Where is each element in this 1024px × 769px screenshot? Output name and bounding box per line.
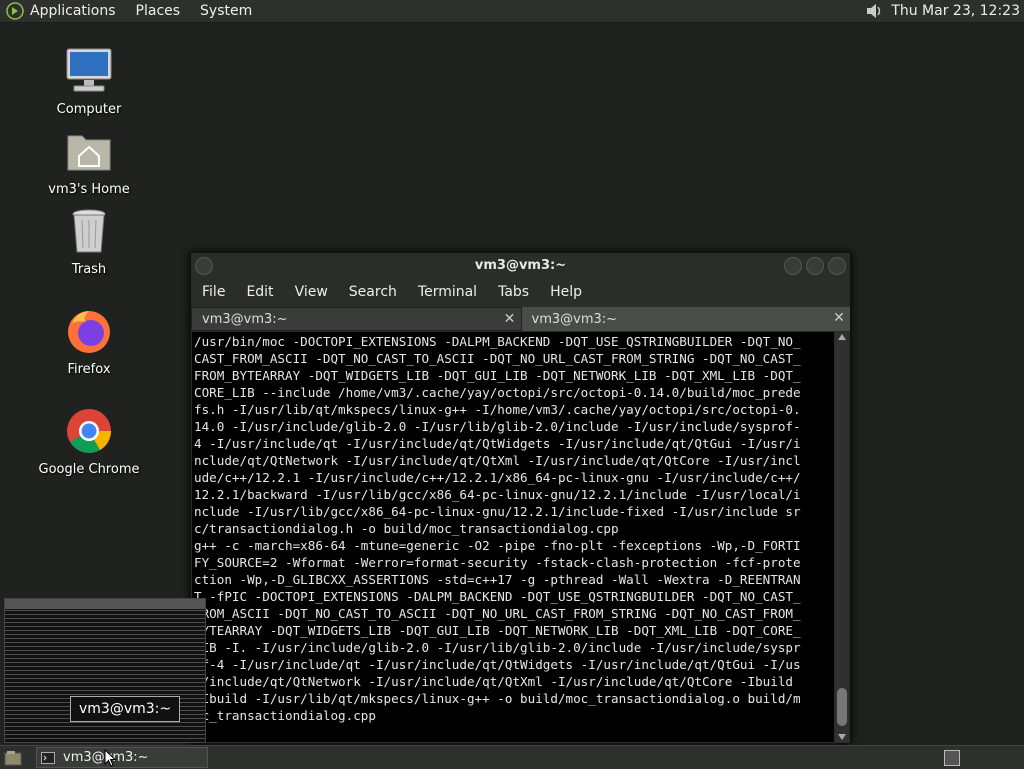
- firefox-icon: [68, 311, 110, 353]
- desktop-icon-chrome[interactable]: Google Chrome: [34, 406, 144, 477]
- tab-1[interactable]: vm3@vm3:~ ✕: [191, 307, 522, 331]
- tab-2[interactable]: vm3@vm3:~ ✕: [521, 307, 850, 331]
- bottom-panel: vm3@vm3:~: [0, 745, 1024, 769]
- menu-edit[interactable]: Edit: [246, 284, 273, 300]
- window-preview-label: vm3@vm3:~: [70, 696, 181, 722]
- desktop-icon-firefox[interactable]: Firefox: [34, 306, 144, 377]
- close-button[interactable]: [828, 257, 846, 275]
- computer-icon: [66, 48, 112, 92]
- menu-search[interactable]: Search: [349, 284, 397, 300]
- desktop-icon-home[interactable]: vm3's Home: [34, 126, 144, 197]
- desktop-icon-label: Trash: [71, 262, 107, 277]
- minimize-button[interactable]: [784, 257, 802, 275]
- tab-label: vm3@vm3:~: [531, 311, 618, 327]
- desktop-icon-label: Firefox: [67, 362, 111, 377]
- tab-label: vm3@vm3:~: [202, 311, 288, 327]
- chrome-icon: [67, 409, 111, 453]
- terminal-menubar: File Edit View Search Terminal Tabs Help: [191, 277, 850, 307]
- window-controls: [784, 257, 846, 275]
- tab-close-icon[interactable]: ✕: [831, 310, 847, 326]
- desktop-icon-label: Google Chrome: [38, 462, 140, 477]
- menu-terminal[interactable]: Terminal: [418, 284, 477, 300]
- home-folder-icon: [67, 135, 111, 171]
- menu-file[interactable]: File: [202, 284, 225, 300]
- tab-close-icon[interactable]: ✕: [502, 311, 518, 327]
- menu-view[interactable]: View: [295, 284, 328, 300]
- window-menu-icon[interactable]: [195, 257, 213, 275]
- scroll-up-icon[interactable]: [838, 334, 846, 340]
- mouse-cursor-icon: [104, 749, 116, 767]
- show-desktop-icon[interactable]: [4, 750, 22, 766]
- terminal-window[interactable]: vm3@vm3:~ File Edit View Search Terminal…: [190, 252, 851, 744]
- terminal-output[interactable]: /usr/bin/moc -DOCTOPI_EXTENSIONS -DALPM_…: [192, 332, 834, 742]
- menu-places[interactable]: Places: [136, 3, 181, 19]
- menu-help[interactable]: Help: [550, 284, 582, 300]
- volume-icon[interactable]: [865, 2, 883, 20]
- preview-titlebar: [5, 599, 205, 609]
- menu-applications[interactable]: Applications: [30, 3, 116, 19]
- terminal-tabs: vm3@vm3:~ ✕ vm3@vm3:~ ✕: [191, 307, 850, 331]
- maximize-button[interactable]: [806, 257, 824, 275]
- menu-system[interactable]: System: [200, 3, 252, 19]
- desktop-icon-label: Computer: [56, 102, 122, 117]
- workspace-switcher[interactable]: [944, 749, 960, 766]
- desktop-icon-trash[interactable]: Trash: [34, 206, 144, 277]
- trash-icon: [72, 209, 106, 253]
- scrollbar-thumb[interactable]: [837, 688, 847, 726]
- window-titlebar[interactable]: vm3@vm3:~: [191, 253, 850, 277]
- top-panel: Applications Places System Thu Mar 23, 1…: [0, 0, 1024, 23]
- terminal-text: /usr/bin/moc -DOCTOPI_EXTENSIONS -DALPM_…: [194, 334, 801, 723]
- scroll-down-icon[interactable]: [838, 734, 846, 740]
- terminal-scrollbar[interactable]: [835, 332, 849, 742]
- taskbar-item-terminal[interactable]: vm3@vm3:~: [36, 747, 208, 768]
- clock[interactable]: Thu Mar 23, 12:23: [891, 3, 1020, 19]
- menu-tabs[interactable]: Tabs: [498, 284, 529, 300]
- terminal-icon: [41, 751, 55, 764]
- distro-logo-icon[interactable]: [6, 2, 24, 20]
- window-title: vm3@vm3:~: [474, 257, 567, 273]
- desktop-icon-label: vm3's Home: [48, 182, 130, 197]
- desktop-icon-computer[interactable]: Computer: [34, 46, 144, 117]
